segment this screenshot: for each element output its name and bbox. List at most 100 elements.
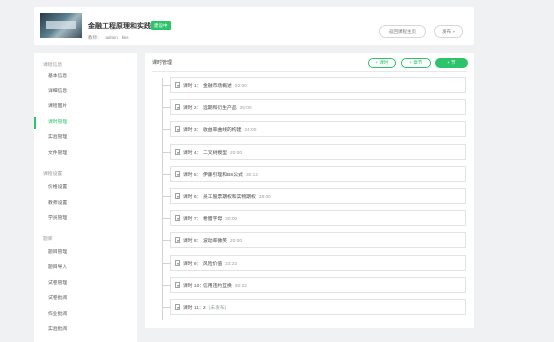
sidebar: 课程信息 基本信息 详细信息 课程图片 课时管理 实验管理 文件管理 课程设置 …: [34, 53, 137, 342]
tree-branch: [163, 107, 171, 109]
lesson-duration: 20:00: [230, 239, 243, 245]
document-icon: [175, 170, 180, 177]
lesson-row[interactable]: 课时 10： 信用违约互换 30:22: [163, 276, 466, 293]
lesson-row[interactable]: 课时 6： 员工股票期权和实物期权 28:00: [163, 188, 466, 204]
lesson-title: 希腊字母: [203, 217, 223, 223]
sidebar-item-exam-review[interactable]: 试卷批阅: [34, 293, 137, 305]
lesson-name: 员工股票期权和实物期权 28:00: [203, 193, 271, 200]
document-icon: [175, 104, 180, 111]
back-to-course-button[interactable]: 返回课程主页: [379, 25, 426, 38]
document-icon: [175, 82, 180, 88]
lesson-name: 金融市场概述 20:00: [203, 82, 247, 89]
tree-branch: [163, 196, 171, 197]
sidebar-item-lab-manage[interactable]: 实验管理: [34, 132, 137, 144]
course-title: 金融工程原理和实践: [88, 23, 151, 30]
lesson-duration: 25:00: [239, 106, 252, 112]
sidebar-item-price-settings[interactable]: 价格设置: [34, 182, 137, 194]
sidebar-item-file-manage[interactable]: 文件管理: [34, 148, 137, 160]
divider: [152, 71, 467, 72]
lesson-name: 希腊字母 20:00: [203, 215, 237, 222]
sidebar-group-course-settings: 课程设置: [43, 172, 63, 177]
lesson-number: 课时 6：: [183, 195, 202, 200]
document-icon: [175, 259, 180, 266]
sidebar-item-lab-review[interactable]: 实验批阅: [34, 324, 137, 336]
sidebar-item-student-manage[interactable]: 学员管理: [34, 213, 137, 225]
sidebar-item-homework-review[interactable]: 作业批阅: [34, 309, 137, 321]
lesson-title: 金融市场概述: [203, 84, 232, 89]
document-icon: [175, 126, 180, 133]
lesson-row[interactable]: 课时 4： 二叉树模型 20:00: [163, 143, 466, 160]
lesson-title: 二叉树模型: [203, 150, 227, 156]
sidebar-item-course-image[interactable]: 课程图片: [34, 101, 137, 113]
lesson-name: 伊藤引理和BS公式 30:12: [203, 171, 258, 178]
lesson-duration: 20:00: [230, 150, 243, 156]
lesson-number: 课时 1：: [183, 84, 202, 89]
lesson-number: 课时 11：: [183, 306, 204, 311]
lesson-duration: 28:00: [258, 195, 271, 200]
lesson-panel: 课时管理 + 课时 + 章节 + 节 课时 1： 金融市场概述 20:00 课时 2：…: [145, 53, 474, 328]
tree-branch: [163, 85, 171, 86]
lesson-title: 信用违约互换: [203, 283, 232, 289]
lesson-number: 课时 8：: [183, 239, 202, 245]
tree-branch: [163, 240, 171, 242]
document-icon: [175, 281, 180, 288]
sidebar-item-lesson-manage[interactable]: 课时管理: [34, 117, 137, 129]
teacher-label: 教师：: [88, 35, 102, 40]
tree-branch: [163, 151, 171, 153]
sidebar-item-detail-info[interactable]: 详细信息: [34, 86, 137, 98]
lesson-number: 课时 10：: [183, 283, 205, 289]
lesson-title: 2: [203, 306, 206, 311]
lesson-name: 风险价值 23:22: [203, 260, 237, 267]
document-icon: [175, 215, 180, 222]
add-section-button[interactable]: + 节: [435, 58, 468, 68]
lesson-duration: 23:22: [225, 261, 238, 267]
publish-button[interactable]: 发布 »: [434, 25, 463, 38]
lesson-row[interactable]: 课时 2： 远期和衍生产品 25:00: [163, 99, 466, 116]
lesson-number: 课时 9：: [183, 261, 202, 267]
lesson-row[interactable]: 课时 8： 波动率微笑 20:00: [163, 232, 466, 249]
course-header: 金融工程原理和实践 建设中 教师： admin kks 返回课程主页 发布 »: [34, 7, 474, 45]
lesson-duration: 30:12: [245, 172, 258, 178]
add-chapter-button[interactable]: + 章节: [401, 58, 431, 68]
lesson-row[interactable]: 课时 9： 风险价值 23:22: [163, 254, 466, 271]
lesson-row[interactable]: 课时 7： 希腊字母 20:00: [163, 210, 466, 227]
sidebar-item-question-import[interactable]: 题目导入: [34, 262, 137, 274]
tree-branch: [163, 262, 171, 264]
lesson-number: 课时 5：: [183, 172, 202, 178]
lesson-duration: (未发布): [208, 306, 227, 311]
add-lesson-button[interactable]: + 课时: [368, 58, 396, 68]
sidebar-item-teacher-settings[interactable]: 教师设置: [34, 198, 137, 210]
sidebar-item-question-manage[interactable]: 题目管理: [34, 247, 137, 259]
sidebar-item-basic-info[interactable]: 基本信息: [34, 71, 137, 83]
course-thumbnail: [40, 13, 82, 38]
lesson-row[interactable]: 课时 5： 伊藤引理和BS公式 30:12: [163, 165, 466, 182]
tree-branch: [163, 129, 171, 131]
teacher-name[interactable]: admin: [106, 35, 118, 40]
status-badge: 建设中: [151, 21, 171, 30]
lesson-name: 收益率曲线的构建 24:00: [203, 126, 256, 133]
document-icon: [175, 148, 180, 155]
lesson-title: 波动率微笑: [203, 239, 227, 245]
lesson-number: 课时 7：: [183, 217, 202, 223]
lesson-name: 二叉树模型 20:00: [203, 149, 242, 156]
lesson-name: 信用违约互换 30:22: [203, 282, 247, 289]
teacher-name[interactable]: kks: [122, 35, 129, 40]
lesson-duration: 20:00: [225, 217, 238, 223]
lesson-duration: 24:00: [244, 128, 257, 134]
lesson-row[interactable]: 课时 11： 2 (未发布): [163, 299, 466, 315]
lesson-name: 远期和衍生产品 25:00: [203, 104, 252, 111]
lesson-name: 波动率微笑 20:00: [203, 237, 242, 244]
lesson-title: 远期和衍生产品: [203, 106, 237, 112]
lesson-title: 伊藤引理和BS公式: [203, 172, 243, 178]
document-icon: [175, 304, 180, 310]
sidebar-group-question-bank: 题库: [43, 237, 53, 242]
sidebar-item-exam-manage[interactable]: 试卷管理: [34, 278, 137, 290]
lesson-number: 课时 2：: [183, 106, 202, 112]
lesson-row[interactable]: 课时 3： 收益率曲线的构建 24:00: [163, 121, 466, 138]
lesson-row[interactable]: 课时 1： 金融市场概述 20:00: [163, 77, 466, 93]
tree-branch: [163, 173, 171, 175]
lesson-duration: 30:22: [234, 283, 247, 289]
tree-branch: [163, 284, 171, 286]
tree-line: [162, 78, 163, 320]
tree-branch: [163, 218, 171, 220]
